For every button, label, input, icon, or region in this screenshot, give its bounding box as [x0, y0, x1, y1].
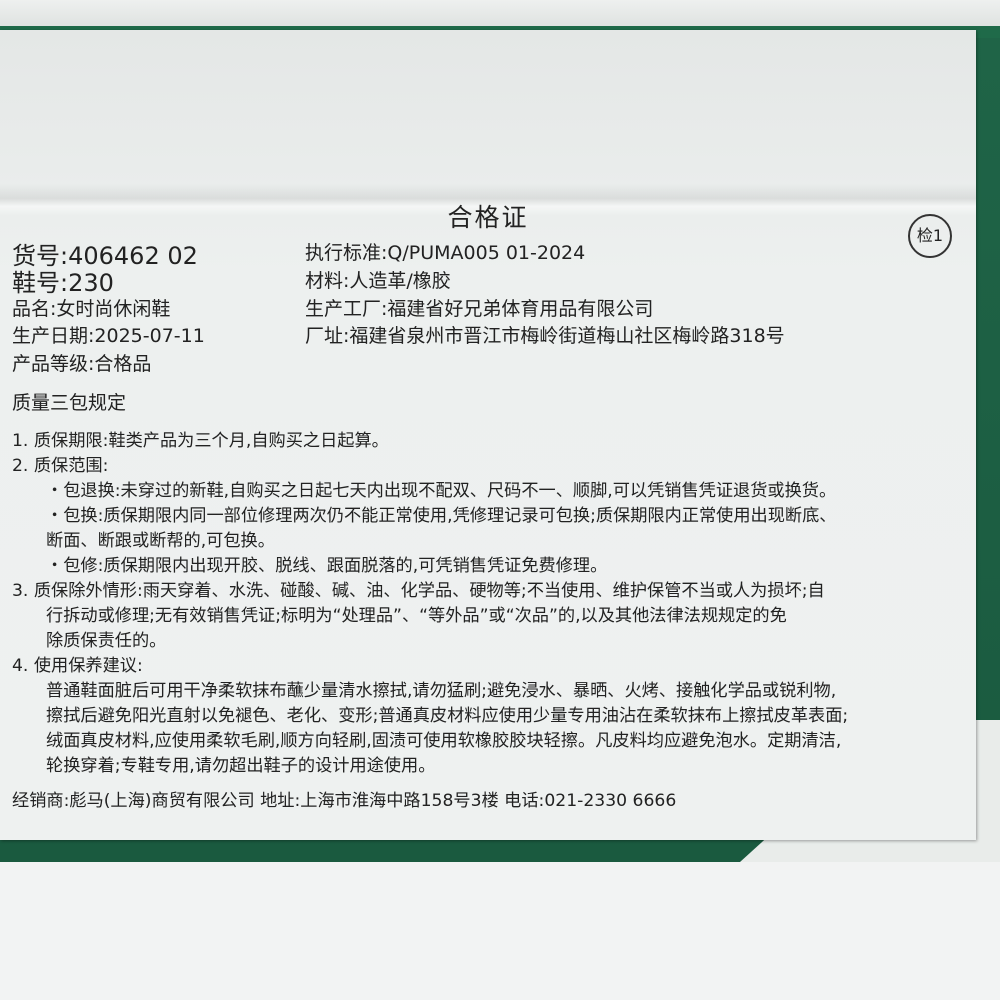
rule-line: 绒面真皮材料,应使用柔软毛刷,顺方向轻刷,固渍可使用软橡胶胶块轻擦。凡皮料均应避…	[46, 731, 842, 751]
field-factory-address: 厂址:福建省泉州市晋江市梅岭街道梅山社区梅岭路318号	[305, 321, 785, 348]
distributor-footer: 经销商:彪马(上海)商贸有限公司 地址:上海市淮海中路158号3楼 电话:021…	[12, 791, 677, 811]
field-value: 合格品	[94, 353, 152, 375]
certificate-title: 合格证	[447, 203, 529, 232]
box-top-edge	[0, 0, 1000, 26]
field-value: 福建省好兄弟体育用品有限公司	[387, 298, 654, 320]
rule-line: ・包换:质保期限内同一部位修理两次仍不能正常使用,凭修理记录可包换;质保期限内正…	[46, 506, 837, 526]
field-factory: 生产工厂:福建省好兄弟体育用品有限公司	[305, 294, 653, 321]
field-value: 人造革/橡胶	[349, 270, 451, 292]
rule-line: ・包退换:未穿过的新鞋,自购买之日起七天内出现不配双、尺码不一、顺脚,可以凭销售…	[46, 481, 837, 501]
rule-line: 断面、断跟或断帮的,可包换。	[46, 531, 275, 551]
rule-line: 除质保责任的。	[46, 631, 167, 651]
rule-line: 1. 质保期限:鞋类产品为三个月,自购买之日起算。	[12, 431, 389, 451]
rule-line: 轮换穿着;专鞋专用,请勿超出鞋子的设计用途使用。	[46, 756, 436, 776]
field-label: 材料:	[305, 270, 350, 292]
field-label: 执行标准:	[305, 242, 388, 264]
field-value: 福建省泉州市晋江市梅岭街道梅山社区梅岭路318号	[349, 325, 785, 347]
rule-line: 普通鞋面脏后可用干净柔软抹布蘸少量清水擦拭,请勿猛刷;避免浸水、暴晒、火烤、接触…	[46, 681, 837, 701]
field-shoe-size: 鞋号:230	[12, 263, 114, 298]
field-value: Q/PUMA005 01-2024	[387, 242, 586, 264]
rule-line: 擦拭后避免阳光直射以免褪色、老化、变形;普通真皮材料应使用少量专用油沾在柔软抹布…	[46, 706, 849, 726]
field-label: 鞋号:	[12, 269, 69, 297]
rule-line: 3. 质保除外情形:雨天穿着、水洗、碰酸、碱、油、化学品、硬物等;不当使用、维护…	[12, 581, 825, 601]
section-title: 质量三包规定	[12, 392, 127, 414]
field-production-date: 生产日期:2025-07-11	[12, 321, 205, 348]
rule-line: 行拆动或修理;无有效销售凭证;标明为“处理品”、“等外品”或“次品”的,以及其他…	[46, 606, 787, 626]
field-label: 品名:	[12, 298, 57, 320]
field-label: 产品等级:	[12, 353, 95, 375]
field-value: 2025-07-11	[94, 325, 205, 347]
rule-line: 4. 使用保养建议:	[12, 656, 143, 676]
field-material: 材料:人造革/橡胶	[305, 266, 451, 293]
rule-line: 2. 质保范围:	[12, 456, 109, 476]
field-value: 女时尚休闲鞋	[56, 298, 171, 320]
rule-line: ・包修:质保期限内出现开胶、脱线、跟面脱落的,可凭销售凭证免费修理。	[46, 556, 608, 576]
field-standard: 执行标准:Q/PUMA005 01-2024	[305, 238, 585, 265]
field-product-name: 品名:女时尚休闲鞋	[12, 294, 170, 321]
field-product-grade: 产品等级:合格品	[12, 349, 151, 376]
field-label: 生产日期:	[12, 325, 95, 347]
field-label: 厂址:	[305, 325, 350, 347]
inspection-stamp: 检1	[908, 214, 952, 258]
field-value: 230	[68, 269, 114, 297]
field-label: 生产工厂:	[305, 298, 388, 320]
